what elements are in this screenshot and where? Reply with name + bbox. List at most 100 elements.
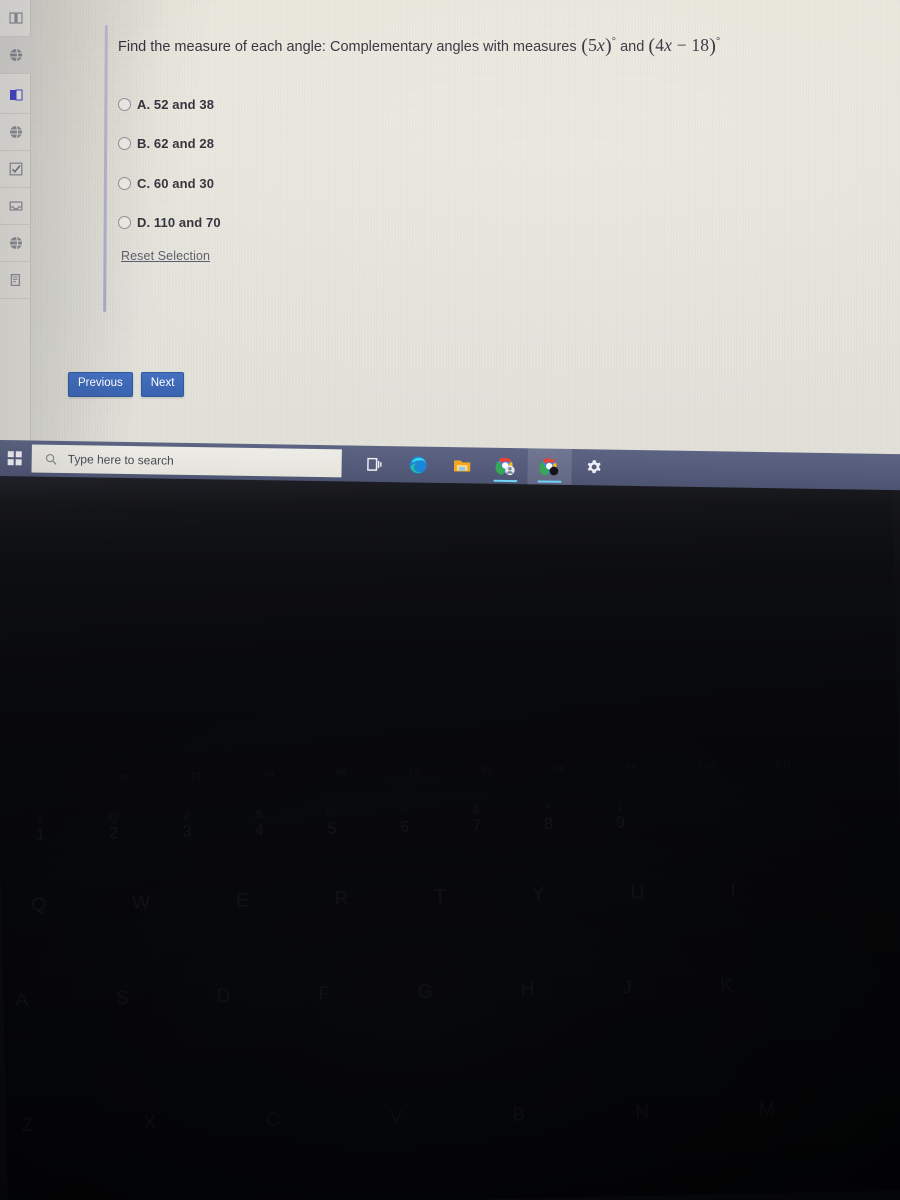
key-v: V	[389, 1107, 403, 1129]
key-z: Z	[21, 1114, 34, 1137]
globe-icon	[9, 48, 22, 62]
radio-button-d[interactable]	[118, 216, 131, 229]
key-x: X	[143, 1112, 157, 1134]
key-f2: F2	[118, 772, 130, 783]
keyboard-function-row: F2 F3 F4 F5 F6 F7 F8 F9 F10 F11	[119, 759, 792, 783]
taskbar-search-box[interactable]: Type here to search	[31, 444, 342, 478]
key-f11: F11	[776, 758, 792, 770]
question-text: Find the measure of each angle: Compleme…	[118, 33, 838, 60]
chrome-icon	[538, 457, 558, 476]
sidebar-item-globe-2[interactable]	[0, 114, 31, 151]
radio-button-b[interactable]	[118, 137, 131, 150]
settings-button[interactable]	[571, 449, 616, 486]
key-3: #3	[182, 808, 192, 841]
option-a[interactable]: A. 52 and 38	[118, 92, 221, 116]
key-s: S	[115, 987, 129, 1010]
sidebar-item-globe-1[interactable]	[0, 37, 31, 74]
expression-two: (4x − 18)°	[648, 35, 721, 57]
conjunction-and: and	[620, 39, 645, 55]
key-d: D	[216, 985, 231, 1007]
option-c[interactable]: C. 60 and 30	[118, 171, 221, 195]
chrome-profile-button[interactable]	[483, 448, 528, 485]
content-accent-bar	[103, 24, 108, 313]
paren-close: )	[604, 35, 612, 57]
book-icon	[8, 12, 23, 24]
key-y: Y	[531, 884, 545, 906]
keyboard-row-q: Q W E R T Y U I	[31, 880, 736, 917]
expression-one: (5x)°	[577, 35, 616, 57]
key-a: A	[15, 989, 29, 1012]
file-explorer-button[interactable]	[439, 447, 484, 484]
option-label: D. 110 and 70	[137, 215, 221, 230]
keyboard-area: F2 F3 F4 F5 F6 F7 F8 F9 F10 F11 ! 1 @2 #3…	[0, 476, 900, 1200]
variable-x: x	[597, 35, 605, 55]
option-label: C. 60 and 30	[137, 175, 215, 191]
search-icon	[45, 453, 57, 465]
radio-button-c[interactable]	[118, 176, 131, 190]
key-k: K	[719, 975, 733, 997]
start-button[interactable]	[0, 440, 30, 476]
key-f4: F4	[263, 769, 275, 780]
physical-keyboard: F2 F3 F4 F5 F6 F7 F8 F9 F10 F11 ! 1 @2 #3…	[0, 476, 900, 1200]
edge-icon	[409, 455, 427, 474]
chrome-button[interactable]	[527, 448, 572, 485]
key-j: J	[622, 977, 633, 999]
sidebar-item-book-1[interactable]	[0, 0, 31, 37]
sidebar-item-book-2[interactable]	[0, 262, 31, 299]
laptop-photo: » Find the measure of each angle: Comple…	[0, 0, 900, 1200]
key-8: * 8	[543, 800, 554, 833]
constant-18: 18	[691, 35, 710, 55]
option-b[interactable]: B. 62 and 28	[118, 132, 221, 156]
reset-selection-link[interactable]: Reset Selection	[121, 249, 210, 263]
key-c: C	[265, 1109, 281, 1131]
key-u: U	[630, 881, 645, 904]
key-f9: F9	[626, 762, 637, 773]
search-placeholder: Type here to search	[67, 452, 174, 468]
laptop-screen: » Find the measure of each angle: Comple…	[0, 0, 900, 492]
blue-book-icon	[9, 89, 22, 101]
key-f8: F8	[553, 763, 565, 774]
windows-logo-icon	[7, 451, 22, 466]
checkbox-icon	[9, 162, 22, 176]
key-e: E	[235, 890, 249, 912]
task-view-button[interactable]	[351, 446, 396, 483]
key-h: H	[520, 979, 535, 1001]
sidebar-item-inbox[interactable]	[0, 188, 31, 225]
sidebar-item-blue-book[interactable]	[0, 77, 31, 114]
key-f: F	[318, 983, 331, 1005]
key-5: % 5	[326, 805, 338, 838]
key-f6: F6	[408, 766, 420, 777]
inbox-icon	[9, 201, 22, 211]
coefficient-4: 4	[655, 35, 665, 55]
sidebar-item-globe-3[interactable]	[0, 225, 31, 262]
browser-sidebar	[0, 0, 31, 440]
file-explorer-icon	[453, 459, 470, 472]
key-2: @2	[107, 809, 120, 842]
globe-icon	[9, 125, 22, 139]
key-t: T	[434, 886, 447, 908]
key-9: (9	[615, 799, 626, 832]
key-g: G	[417, 981, 433, 1003]
key-f10: F10	[698, 760, 715, 771]
radio-button-a[interactable]	[118, 97, 131, 111]
gear-icon	[587, 459, 601, 473]
key-4: $4	[254, 806, 264, 839]
edge-button[interactable]	[395, 446, 440, 483]
key-f7: F7	[481, 765, 492, 776]
key-f5: F5	[336, 768, 347, 779]
task-view-icon	[366, 457, 382, 471]
variable-x: x	[664, 35, 673, 55]
key-w: W	[131, 892, 151, 914]
next-button[interactable]: Next	[140, 372, 185, 397]
key-i: I	[730, 880, 736, 902]
sidebar-item-assignment[interactable]	[0, 151, 31, 188]
key-6: ^ 6	[400, 803, 410, 836]
previous-button[interactable]: Previous	[68, 372, 133, 397]
keyboard-number-row: ! 1 @2 #3 $4 % 5 ^ 6 & 7 * 8 (9	[35, 799, 626, 845]
keyboard-row-a: A S D F G H J K	[15, 975, 733, 1012]
degree-symbol: °	[716, 36, 721, 48]
option-d[interactable]: D. 110 and 70	[118, 211, 221, 235]
taskbar-buttons	[351, 446, 616, 486]
answer-options: A. 52 and 38 B. 62 and 28 C. 60 and 30 D…	[118, 92, 221, 250]
key-b: B	[512, 1104, 526, 1126]
